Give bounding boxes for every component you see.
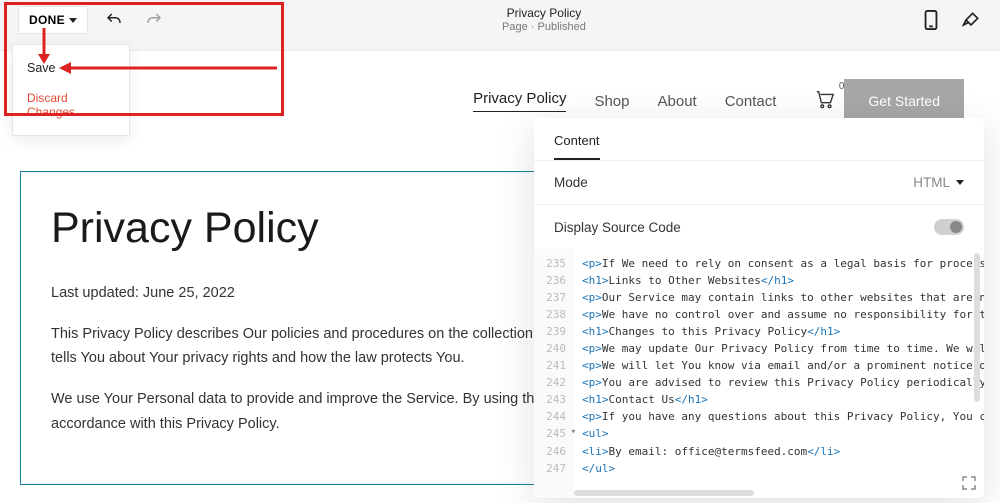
horizontal-scrollbar[interactable] — [574, 490, 754, 496]
page-heading: Privacy Policy — [51, 204, 609, 253]
page-status: Page · Published — [502, 21, 586, 35]
tab-content[interactable]: Content — [554, 133, 600, 160]
get-started-button[interactable]: Get Started — [844, 79, 964, 123]
site-nav: Privacy Policy Shop About Contact 0 — [473, 89, 836, 113]
save-menu-item[interactable]: Save — [13, 53, 129, 83]
editor-topbar: DONE Privacy Policy Page · Published — [0, 0, 1000, 40]
nav-shop[interactable]: Shop — [594, 93, 629, 110]
page-updated: Last updated: June 25, 2022 — [51, 281, 609, 306]
topbar-right — [920, 9, 982, 31]
source-toggle[interactable] — [934, 219, 964, 235]
source-label: Display Source Code — [554, 220, 681, 235]
undo-icon — [105, 11, 123, 29]
expand-button[interactable] — [960, 474, 978, 492]
done-label: DONE — [29, 13, 65, 27]
done-button[interactable]: DONE — [18, 6, 88, 34]
cart-count: 0 — [839, 81, 845, 92]
nav-privacy-policy[interactable]: Privacy Policy — [473, 90, 566, 112]
done-dropdown: Save Discard Changes — [12, 44, 130, 136]
nav-contact[interactable]: Contact — [725, 93, 777, 110]
vertical-scrollbar[interactable] — [974, 253, 980, 402]
site-header: eed Privacy Policy Shop About Contact 0 … — [0, 51, 1000, 123]
source-row: Display Source Code — [534, 204, 984, 249]
mode-select[interactable]: HTML — [913, 175, 964, 190]
nav-about[interactable]: About — [658, 93, 697, 110]
line-gutter: 235236237238239240241242243244245▾246247 — [534, 249, 574, 498]
cart-button[interactable]: 0 — [814, 89, 836, 113]
redo-icon — [145, 11, 163, 29]
mobile-icon — [923, 10, 939, 30]
cart-icon — [814, 89, 836, 109]
chevron-down-icon — [956, 180, 964, 185]
panel-tabs: Content — [534, 118, 984, 161]
page-meta: Privacy Policy Page · Published — [502, 6, 586, 35]
code-content[interactable]: <p>If We need to rely on consent as a le… — [574, 249, 984, 498]
code-editor[interactable]: 235236237238239240241242243244245▾246247… — [534, 249, 984, 498]
expand-icon — [962, 476, 976, 490]
topbar-left: DONE — [18, 6, 168, 34]
mode-value: HTML — [913, 175, 950, 190]
chevron-down-icon — [69, 18, 77, 23]
page-paragraph: We use Your Personal data to provide and… — [51, 387, 609, 436]
design-button[interactable] — [960, 9, 982, 31]
code-block-panel: Content Mode HTML Display Source Code 23… — [534, 118, 984, 498]
mode-row: Mode HTML — [534, 161, 984, 204]
brush-icon — [961, 10, 981, 30]
redo-button[interactable] — [140, 6, 168, 34]
page-title: Privacy Policy — [502, 6, 586, 21]
fold-icon[interactable]: ▾ — [571, 426, 576, 440]
mode-label: Mode — [554, 175, 588, 190]
page-paragraph: This Privacy Policy describes Our polici… — [51, 322, 609, 371]
mobile-preview-button[interactable] — [920, 9, 942, 31]
discard-menu-item[interactable]: Discard Changes — [13, 83, 129, 127]
undo-button[interactable] — [100, 6, 128, 34]
